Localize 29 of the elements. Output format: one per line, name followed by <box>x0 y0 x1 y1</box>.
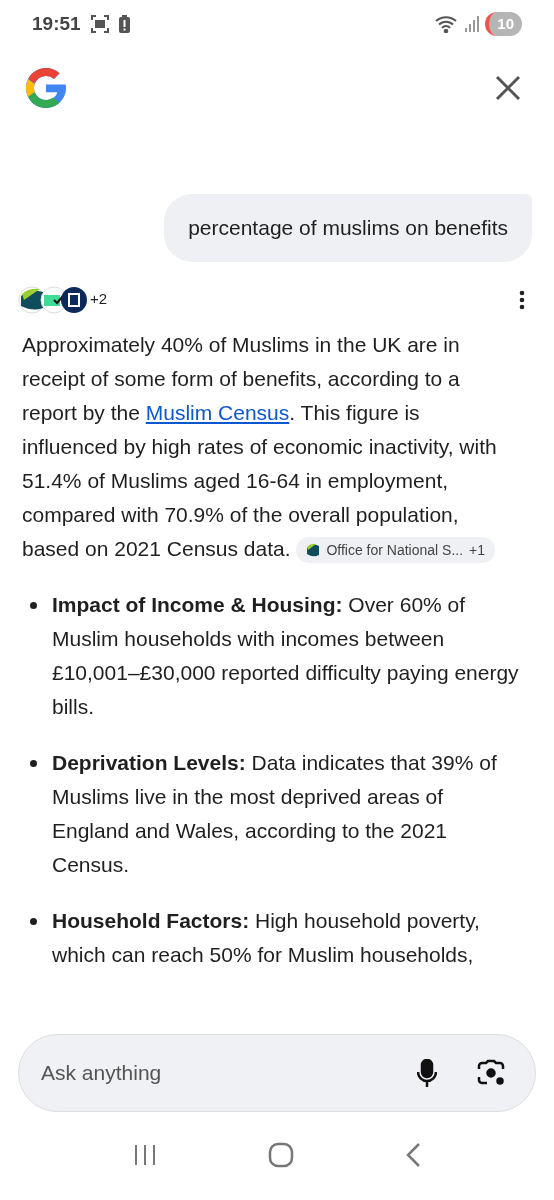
source-logo-icon <box>306 542 321 557</box>
status-time: 19:51 <box>32 11 81 36</box>
microphone-icon <box>417 1059 437 1087</box>
source-chip-count: +1 <box>469 540 486 560</box>
more-sources-count: +2 <box>90 289 108 310</box>
source-icons[interactable] <box>18 285 88 314</box>
signal-icon <box>465 16 480 32</box>
bullet-icon <box>30 601 37 609</box>
answer-paragraph: Approximately 40% of Muslims in the UK are in receipt of some form of benefits, according to a report by the Muslim Census. This figure is influenced by high rates of economic inactivity, with 51.4% of Muslims aged 16-64 in employment, compared with 70.9% of the overall population, based on 2021 Census data. Office for National S... +1 <box>22 327 520 566</box>
source-chip-label: Office for National S... <box>326 540 464 560</box>
ask-field[interactable]: Ask anything <box>41 1057 407 1089</box>
bullet-icon <box>30 759 37 767</box>
source-chip[interactable]: Office for National S... +1 <box>296 536 496 563</box>
back-button[interactable] <box>404 1142 421 1168</box>
muslim-census-link[interactable]: Muslim Census <box>145 400 290 424</box>
bullet-icon <box>30 917 37 925</box>
query-bubble: percentage of muslims on benefits <box>164 194 532 262</box>
battery-alert-icon <box>118 15 130 33</box>
bullet-text: Impact of Income & Housing: Over 60% of Muslim households with incomes between £10,001–£30,000 reported difficulty paying energy bills. <box>52 591 520 720</box>
camera-lens-icon <box>477 1059 505 1087</box>
close-icon <box>495 75 521 101</box>
ask-bar[interactable]: Ask anything <box>18 1034 536 1112</box>
screenshot-icon <box>90 15 109 33</box>
bullet-text: Household Factors: High household poverty, which can reach 50% for Muslim households, <box>52 907 481 968</box>
recent-apps-button[interactable] <box>133 1143 158 1167</box>
more-icon <box>519 289 525 310</box>
home-button[interactable] <box>268 1142 294 1168</box>
battery-level-badge: 10 <box>485 12 522 36</box>
bullet-text: Deprivation Levels: Data indicates that 39% of Muslims live in the most deprived areas of England and Wales, according to the 2021 Census. <box>52 749 498 878</box>
